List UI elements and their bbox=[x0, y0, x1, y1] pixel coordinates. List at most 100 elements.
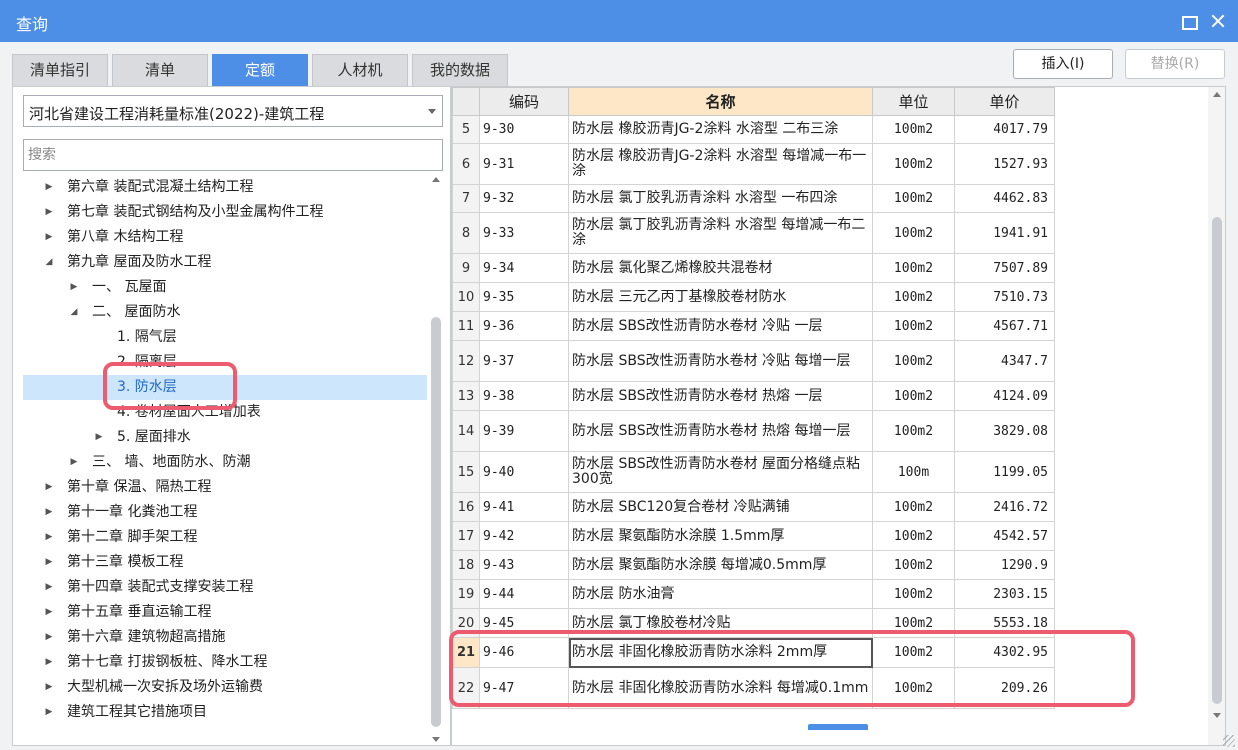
name-cell[interactable]: 防水层 氯丁胶乳沥青涂料 水溶型 一布四涂 bbox=[568, 184, 873, 213]
code-cell[interactable]: 9-37 bbox=[479, 340, 569, 382]
table-scrollbar[interactable] bbox=[1208, 87, 1225, 745]
tab-quota[interactable]: 定额 bbox=[212, 54, 308, 86]
tree-node[interactable]: ◢ 第九章 屋面及防水工程 bbox=[23, 250, 427, 275]
price-cell[interactable]: 2303.15 bbox=[954, 579, 1055, 609]
collapsed-toggle-icon[interactable]: ▶ bbox=[43, 575, 55, 600]
code-cell[interactable]: 9-35 bbox=[479, 282, 569, 312]
table-row[interactable]: 12 9-37 防水层 SBS改性沥青防水卷材 冷贴 每增一层 100m2 4347.7 bbox=[452, 340, 1055, 382]
collapsed-toggle-icon[interactable]: ▶ bbox=[43, 675, 55, 700]
unit-cell[interactable]: 100m2 bbox=[872, 521, 955, 551]
scroll-down-icon[interactable] bbox=[1213, 713, 1221, 718]
maximize-icon[interactable] bbox=[1178, 11, 1198, 31]
price-cell[interactable]: 2416.72 bbox=[954, 492, 1055, 522]
row-index-cell[interactable]: 19 bbox=[452, 579, 480, 609]
row-index-cell[interactable]: 16 bbox=[452, 492, 480, 522]
unit-cell[interactable]: 100m2 bbox=[872, 143, 955, 185]
tree-node[interactable]: ▶ 一、 瓦屋面 bbox=[23, 275, 427, 300]
tree-node[interactable]: ▶ 第十章 保温、隔热工程 bbox=[23, 475, 427, 500]
collapsed-toggle-icon[interactable]: ▶ bbox=[68, 450, 80, 475]
row-index-cell[interactable]: 5 bbox=[452, 115, 480, 144]
price-cell[interactable]: 7510.73 bbox=[954, 282, 1055, 312]
tree-node[interactable]: ▶ 第十七章 打拔钢板桩、降水工程 bbox=[23, 650, 427, 675]
price-cell[interactable]: 3829.08 bbox=[954, 410, 1055, 452]
tree-node[interactable]: ▶ 三、 墙、地面防水、防潮 bbox=[23, 450, 427, 475]
table-row[interactable]: 6 9-31 防水层 橡胶沥青JG-2涂料 水溶型 每增减一布一涂 100m2 1527… bbox=[452, 143, 1055, 185]
name-cell[interactable]: 防水层 SBS改性沥青防水卷材 热熔 每增一层 bbox=[568, 410, 873, 452]
collapsed-toggle-icon[interactable]: ▶ bbox=[43, 175, 55, 200]
scroll-up-icon[interactable] bbox=[432, 177, 440, 182]
price-cell[interactable]: 1290.9 bbox=[954, 550, 1055, 580]
replace-button[interactable]: 替换(R) bbox=[1125, 49, 1225, 79]
code-cell[interactable]: 9-38 bbox=[479, 381, 569, 411]
tab-list-guide[interactable]: 清单指引 bbox=[12, 54, 108, 86]
collapsed-toggle-icon[interactable]: ▶ bbox=[43, 500, 55, 525]
unit-cell[interactable]: 100m2 bbox=[872, 115, 955, 144]
expanded-toggle-icon[interactable]: ◢ bbox=[43, 250, 55, 275]
table-row[interactable]: 8 9-33 防水层 氯丁胶乳沥青涂料 水溶型 每增减一布二涂 100m2 1941.9… bbox=[452, 212, 1055, 254]
tree-node[interactable]: ▶ 第十一章 化粪池工程 bbox=[23, 500, 427, 525]
scroll-up-icon[interactable] bbox=[1213, 92, 1221, 97]
name-cell[interactable]: 防水层 SBS改性沥青防水卷材 热熔 一层 bbox=[568, 381, 873, 411]
price-cell[interactable]: 4462.83 bbox=[954, 184, 1055, 213]
tab-my-data[interactable]: 我的数据 bbox=[412, 54, 508, 86]
table-row[interactable]: 15 9-40 防水层 SBS改性沥青防水卷材 屋面分格缝点粘300宽 100m 119… bbox=[452, 451, 1055, 493]
table-row[interactable]: 18 9-43 防水层 聚氨酯防水涂膜 每增减0.5mm厚 100m2 1290.9 bbox=[452, 550, 1055, 580]
code-cell[interactable]: 9-39 bbox=[479, 410, 569, 452]
name-cell[interactable]: 防水层 氯化聚乙烯橡胶共混卷材 bbox=[568, 253, 873, 283]
collapsed-toggle-icon[interactable]: ▶ bbox=[43, 200, 55, 225]
tree-node[interactable]: ▶ 第十三章 模板工程 bbox=[23, 550, 427, 575]
table-row[interactable]: 16 9-41 防水层 SBC120复合卷材 冷贴满铺 100m2 2416.72 bbox=[452, 492, 1055, 522]
unit-cell[interactable]: 100m2 bbox=[872, 311, 955, 341]
col-code[interactable]: 编码 bbox=[479, 87, 569, 116]
unit-cell[interactable]: 100m bbox=[872, 451, 955, 493]
name-cell[interactable]: 防水层 橡胶沥青JG-2涂料 水溶型 每增减一布一涂 bbox=[568, 143, 873, 185]
table-row[interactable]: 9 9-34 防水层 氯化聚乙烯橡胶共混卷材 100m2 7507.89 bbox=[452, 253, 1055, 283]
code-cell[interactable]: 9-33 bbox=[479, 212, 569, 254]
collapsed-toggle-icon[interactable]: ▶ bbox=[43, 650, 55, 675]
row-index-cell[interactable]: 18 bbox=[452, 550, 480, 580]
tree-node[interactable]: ◢ 二、 屋面防水 bbox=[23, 300, 427, 325]
collapsed-toggle-icon[interactable]: ▶ bbox=[93, 425, 105, 450]
unit-cell[interactable]: 100m2 bbox=[872, 184, 955, 213]
price-cell[interactable]: 4542.57 bbox=[954, 521, 1055, 551]
collapsed-toggle-icon[interactable]: ▶ bbox=[43, 475, 55, 500]
code-cell[interactable]: 9-34 bbox=[479, 253, 569, 283]
unit-cell[interactable]: 100m2 bbox=[872, 381, 955, 411]
name-cell[interactable]: 防水层 SBS改性沥青防水卷材 冷贴 每增一层 bbox=[568, 340, 873, 382]
insert-button[interactable]: 插入(I) bbox=[1013, 49, 1113, 79]
table-row[interactable]: 7 9-32 防水层 氯丁胶乳沥青涂料 水溶型 一布四涂 100m2 4462.83 bbox=[452, 184, 1055, 213]
name-cell[interactable]: 防水层 防水油膏 bbox=[568, 579, 873, 609]
table-row[interactable]: 10 9-35 防水层 三元乙丙丁基橡胶卷材防水 100m2 7510.73 bbox=[452, 282, 1055, 312]
price-cell[interactable]: 1199.05 bbox=[954, 451, 1055, 493]
row-index-cell[interactable]: 15 bbox=[452, 451, 480, 493]
price-cell[interactable]: 1941.91 bbox=[954, 212, 1055, 254]
collapsed-toggle-icon[interactable]: ▶ bbox=[43, 600, 55, 625]
row-index-cell[interactable]: 8 bbox=[452, 212, 480, 254]
name-cell[interactable]: 防水层 SBC120复合卷材 冷贴满铺 bbox=[568, 492, 873, 522]
close-icon[interactable] bbox=[1208, 11, 1228, 31]
col-name[interactable]: 名称 bbox=[568, 87, 873, 116]
row-index-cell[interactable]: 7 bbox=[452, 184, 480, 213]
code-cell[interactable]: 9-36 bbox=[479, 311, 569, 341]
table-row[interactable]: 17 9-42 防水层 聚氨酯防水涂膜 1.5mm厚 100m2 4542.57 bbox=[452, 521, 1055, 551]
tree-node[interactable]: ▶ 第十六章 建筑物超高措施 bbox=[23, 625, 427, 650]
name-cell[interactable]: 防水层 SBS改性沥青防水卷材 屋面分格缝点粘300宽 bbox=[568, 451, 873, 493]
unit-cell[interactable]: 100m2 bbox=[872, 550, 955, 580]
tab-list[interactable]: 清单 bbox=[112, 54, 208, 86]
row-index-cell[interactable]: 17 bbox=[452, 521, 480, 551]
collapsed-toggle-icon[interactable]: ▶ bbox=[43, 225, 55, 250]
unit-cell[interactable]: 100m2 bbox=[872, 282, 955, 312]
name-cell[interactable]: 防水层 氯丁胶乳沥青涂料 水溶型 每增减一布二涂 bbox=[568, 212, 873, 254]
collapsed-toggle-icon[interactable]: ▶ bbox=[43, 625, 55, 650]
tree-scrollbar[interactable] bbox=[429, 175, 443, 745]
table-row[interactable]: 11 9-36 防水层 SBS改性沥青防水卷材 冷贴 一层 100m2 4567.71 bbox=[452, 311, 1055, 341]
row-index-cell[interactable]: 14 bbox=[452, 410, 480, 452]
name-cell[interactable]: 防水层 聚氨酯防水涂膜 1.5mm厚 bbox=[568, 521, 873, 551]
col-unit[interactable]: 单位 bbox=[872, 87, 955, 116]
library-select[interactable]: 河北省建设工程消耗量标准(2022)-建筑工程 bbox=[23, 95, 443, 127]
price-cell[interactable]: 4347.7 bbox=[954, 340, 1055, 382]
tree-node[interactable]: ▶ 建筑工程其它措施项目 bbox=[23, 700, 427, 725]
collapsed-toggle-icon[interactable]: ▶ bbox=[43, 525, 55, 550]
name-cell[interactable]: 防水层 橡胶沥青JG-2涂料 水溶型 二布三涂 bbox=[568, 115, 873, 144]
col-price[interactable]: 单价 bbox=[954, 87, 1055, 116]
